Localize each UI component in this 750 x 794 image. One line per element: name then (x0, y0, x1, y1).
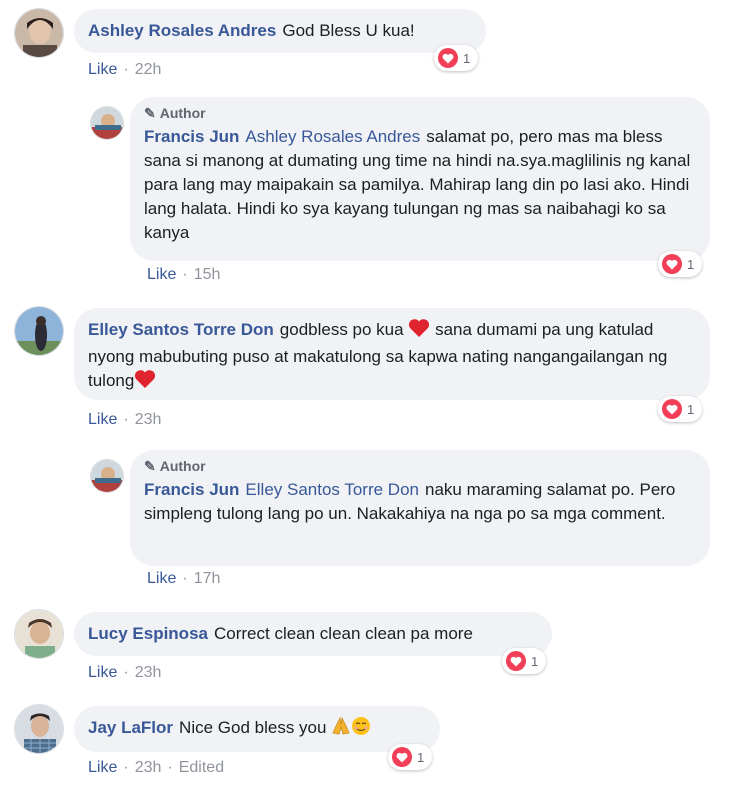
author-badge-label: Author (159, 458, 206, 474)
avatar-photo-icon (15, 610, 63, 658)
author-badge-label: Author (159, 105, 206, 121)
avatar[interactable] (14, 306, 64, 356)
relieved-face-emoji-icon (351, 716, 371, 743)
avatar-photo-icon (91, 107, 123, 139)
heart-icon (392, 747, 412, 767)
avatar-photo-icon (15, 307, 63, 355)
comment-bubble: ✎ Author Francis Jun Ashley Rosales Andres… (130, 97, 710, 261)
pencil-icon: ✎ (144, 458, 156, 474)
reaction-count[interactable]: 1 (658, 251, 703, 277)
reaction-count-text: 1 (417, 749, 425, 765)
reaction-count[interactable]: 1 (388, 744, 433, 770)
comment-timestamp[interactable]: 15h (194, 266, 221, 283)
comment-actions: Like · 23h · Edited (88, 759, 224, 777)
like-button[interactable]: Like (88, 759, 117, 776)
separator: · (123, 61, 129, 78)
comment-author-link[interactable]: Ashley Rosales Andres (88, 21, 276, 40)
avatar[interactable] (14, 8, 64, 58)
author-badge: ✎ Author (144, 103, 694, 123)
separator: · (182, 266, 188, 283)
avatar[interactable] (90, 459, 124, 493)
comment-author-link[interactable]: Francis Jun (144, 480, 239, 499)
comment-timestamp[interactable]: 17h (194, 570, 221, 587)
comment-bubble: Elley Santos Torre Don godbless po kua sa… (74, 308, 710, 400)
comment-timestamp[interactable]: 23h (135, 759, 162, 776)
heart-icon (438, 48, 458, 68)
comment-author-link[interactable]: Elley Santos Torre Don (88, 320, 274, 339)
like-button[interactable]: Like (147, 570, 176, 587)
reaction-count-text: 1 (531, 653, 539, 669)
comment-author-link[interactable]: Francis Jun (144, 127, 239, 146)
comment-text: God Bless U kua! (282, 21, 415, 40)
separator: · (123, 664, 129, 681)
comment-actions: Like · 23h (88, 664, 161, 682)
comment-author-link[interactable]: Jay LaFlor (88, 718, 173, 737)
comment-actions: Like · 22h (88, 61, 161, 79)
avatar-photo-icon (15, 705, 63, 753)
comment-text: godbless po kua (279, 320, 404, 339)
reaction-count[interactable]: 1 (502, 648, 547, 674)
like-button[interactable]: Like (88, 61, 117, 78)
comment-thread: Ashley Rosales Andres God Bless U kua! 1 … (0, 0, 750, 794)
comment-text: Correct clean clean clean pa more (213, 624, 473, 643)
avatar-photo-icon (15, 9, 63, 57)
comment-bubble: ✎ Author Francis Jun Elley Santos Torre Do… (130, 450, 710, 566)
avatar[interactable] (14, 704, 64, 754)
reaction-count-text: 1 (463, 50, 471, 66)
comment-bubble: Lucy Espinosa Correct clean clean clean p… (74, 612, 552, 656)
reaction-count[interactable]: 1 (658, 396, 703, 422)
comment-author-link[interactable]: Lucy Espinosa (88, 624, 208, 643)
heart-icon (506, 651, 526, 671)
comment-text: Nice God bless you (179, 718, 327, 737)
comment-timestamp[interactable]: 23h (135, 664, 162, 681)
comment-timestamp[interactable]: 22h (135, 61, 162, 78)
separator: · (123, 759, 129, 776)
heart-icon (662, 399, 682, 419)
pencil-icon: ✎ (144, 105, 156, 121)
avatar-photo-icon (91, 460, 123, 492)
comment-bubble: Ashley Rosales Andres God Bless U kua! (74, 9, 486, 53)
reaction-count-text: 1 (687, 401, 695, 417)
like-button[interactable]: Like (147, 266, 176, 283)
separator: · (123, 411, 129, 428)
avatar[interactable] (90, 106, 124, 140)
mention-link[interactable]: Ashley Rosales Andres (245, 127, 420, 146)
separator: · (182, 570, 188, 587)
author-badge: ✎ Author (144, 456, 694, 476)
red-heart-emoji-icon (134, 369, 156, 396)
comment-bubble: Jay LaFlor Nice God bless you (74, 706, 440, 752)
comment-actions: Like · 17h (147, 570, 220, 588)
reaction-count-text: 1 (687, 256, 695, 272)
comment-actions: Like · 15h (147, 266, 220, 284)
separator: · (167, 759, 173, 776)
mention-link[interactable]: Elley Santos Torre Don (245, 480, 419, 499)
comment-timestamp[interactable]: 23h (135, 411, 162, 428)
red-heart-emoji-icon (408, 318, 430, 345)
reaction-count[interactable]: 1 (434, 45, 479, 71)
edited-label[interactable]: Edited (179, 759, 224, 776)
like-button[interactable]: Like (88, 664, 117, 681)
folded-hands-emoji-icon (331, 716, 351, 743)
heart-icon (662, 254, 682, 274)
like-button[interactable]: Like (88, 411, 117, 428)
comment-actions: Like · 23h (88, 411, 161, 429)
avatar[interactable] (14, 609, 64, 659)
